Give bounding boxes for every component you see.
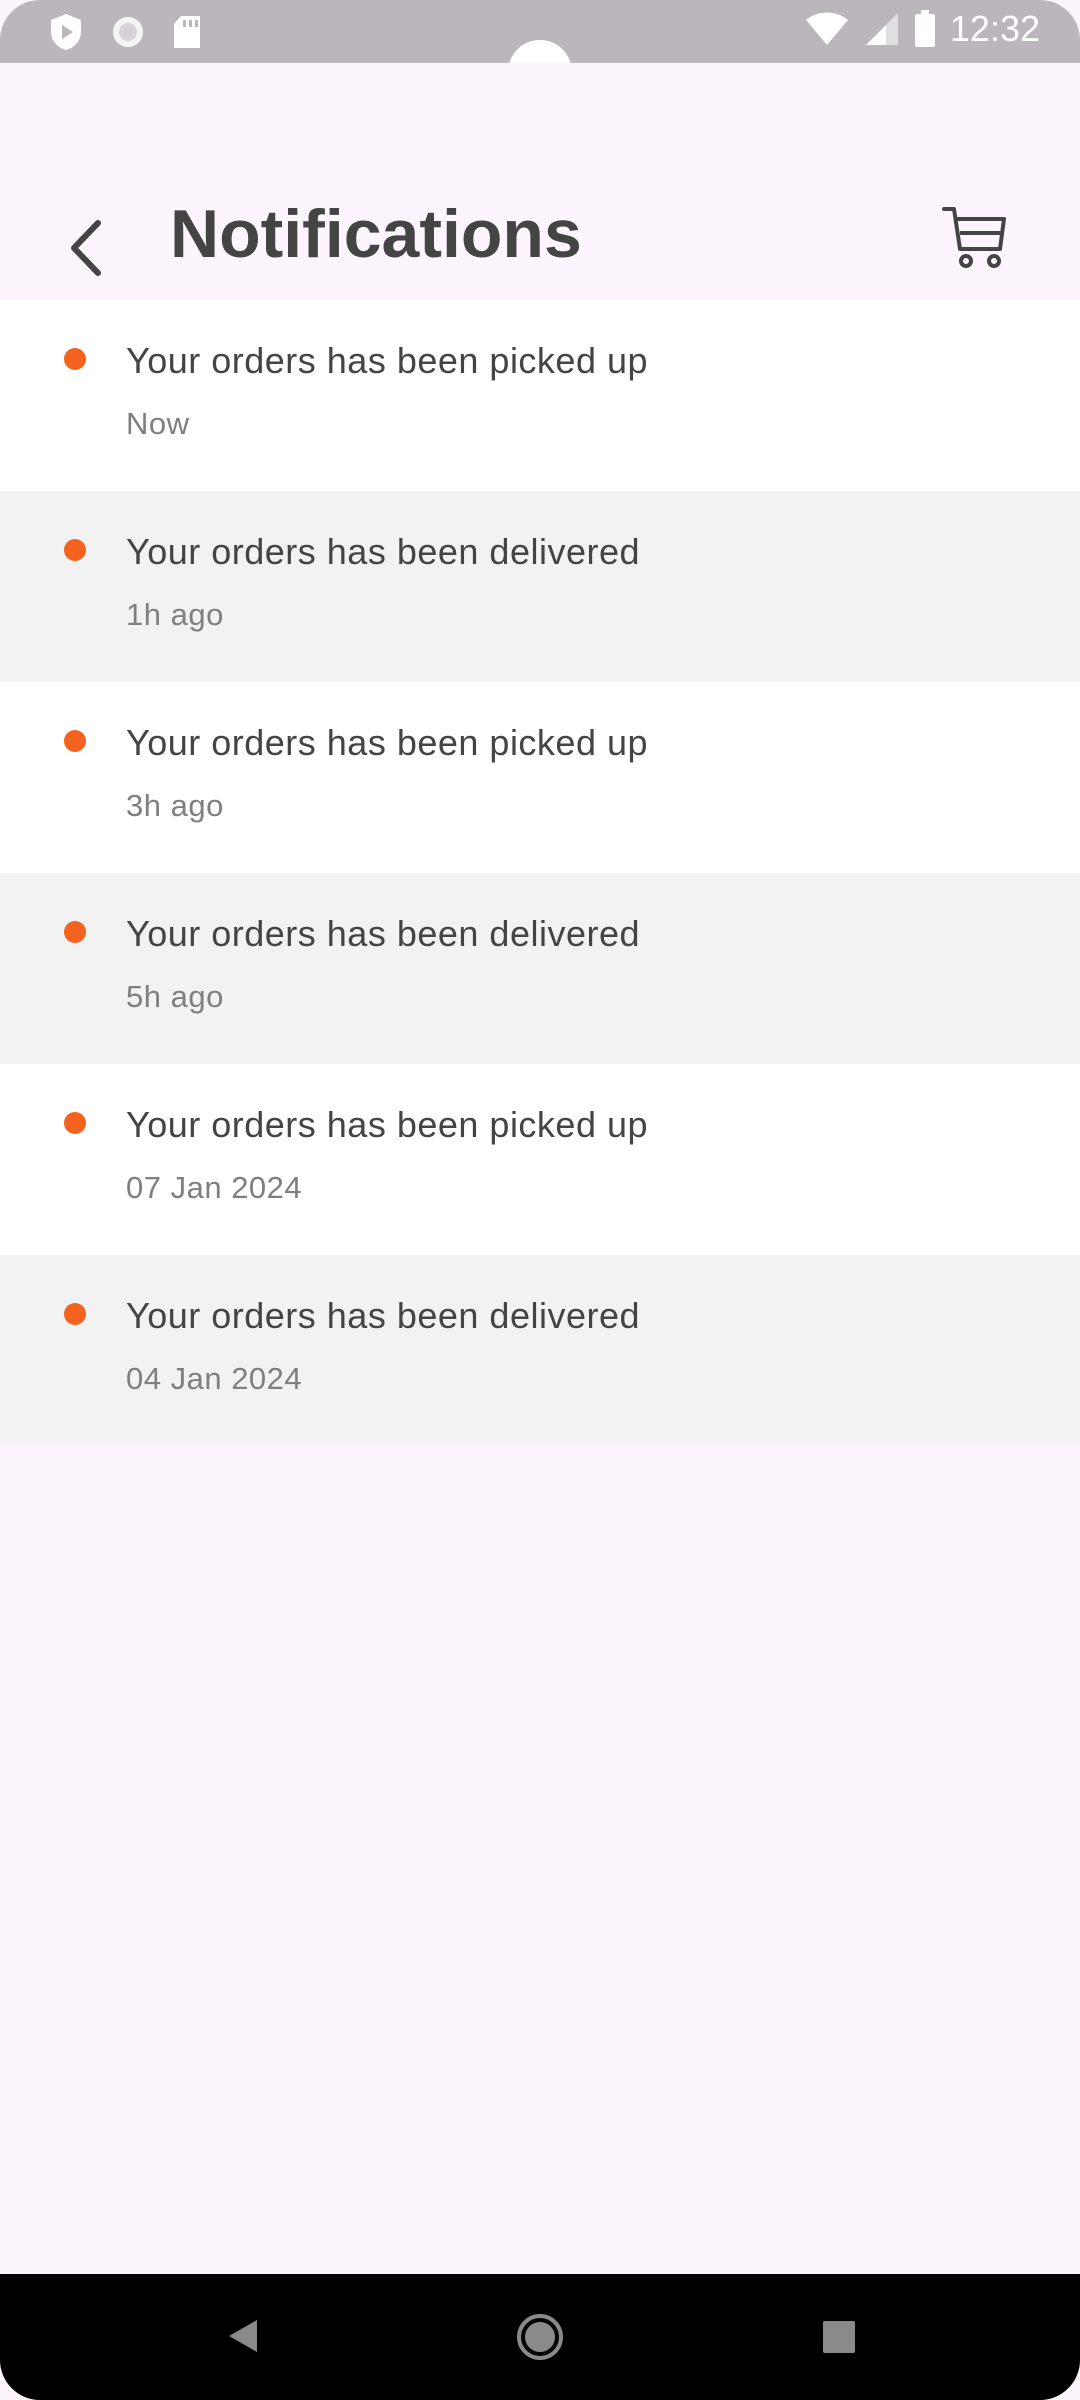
notification-message: Your orders has been delivered [126,531,641,572]
sd-card-icon [174,16,200,48]
notification-message: Your orders has been picked up [126,722,649,763]
notification-message: Your orders has been delivered [126,913,641,954]
signal-icon [865,13,898,45]
unread-dot-icon [64,921,86,943]
nav-recents-icon[interactable] [822,2320,856,2354]
notification-item[interactable]: Your orders has been delivered 1h ago [0,491,1080,684]
notification-time: Now [126,406,190,441]
page-title: Notifications [170,196,582,272]
notification-time: 3h ago [126,788,224,823]
chevron-left-icon [71,220,101,276]
unread-dot-icon [64,1303,86,1325]
back-button[interactable] [58,203,114,293]
cart-button[interactable] [940,203,1010,273]
notification-time: 1h ago [126,597,224,632]
status-bar-right-icons: 12:32 [804,8,1040,50]
notification-item[interactable]: Your orders has been delivered 5h ago [0,873,1080,1066]
battery-icon [914,10,935,47]
system-nav-bar [0,2274,1080,2400]
notification-time: 07 Jan 2024 [126,1170,303,1205]
unread-dot-icon [64,539,86,561]
notification-time: 04 Jan 2024 [126,1361,303,1396]
unread-dot-icon [64,1112,86,1134]
wifi-icon [805,12,848,45]
notification-item[interactable]: Your orders has been picked up 07 Jan 20… [0,1064,1080,1257]
notification-message: Your orders has been picked up [126,1104,649,1145]
notification-list: Your orders has been picked up Now Your … [0,300,1080,1446]
status-time: 12:32 [949,8,1040,49]
app-header: Notifications [0,63,1080,300]
notification-item[interactable]: Your orders has been picked up 3h ago [0,682,1080,875]
unread-dot-icon [64,730,86,752]
nav-back-icon[interactable] [225,2316,261,2356]
notification-item[interactable]: Your orders has been picked up Now [0,300,1080,493]
notification-time: 5h ago [126,979,224,1014]
notification-item[interactable]: Your orders has been delivered 04 Jan 20… [0,1255,1080,1446]
shield-icon [51,14,81,50]
cart-icon [942,207,1006,268]
notification-message: Your orders has been delivered [126,1295,641,1336]
notification-message: Your orders has been picked up [126,340,649,381]
status-bar-left-icons [48,12,202,52]
nav-home-icon[interactable] [515,2312,565,2362]
unread-dot-icon [64,348,86,370]
circle-status-icon [113,17,143,47]
